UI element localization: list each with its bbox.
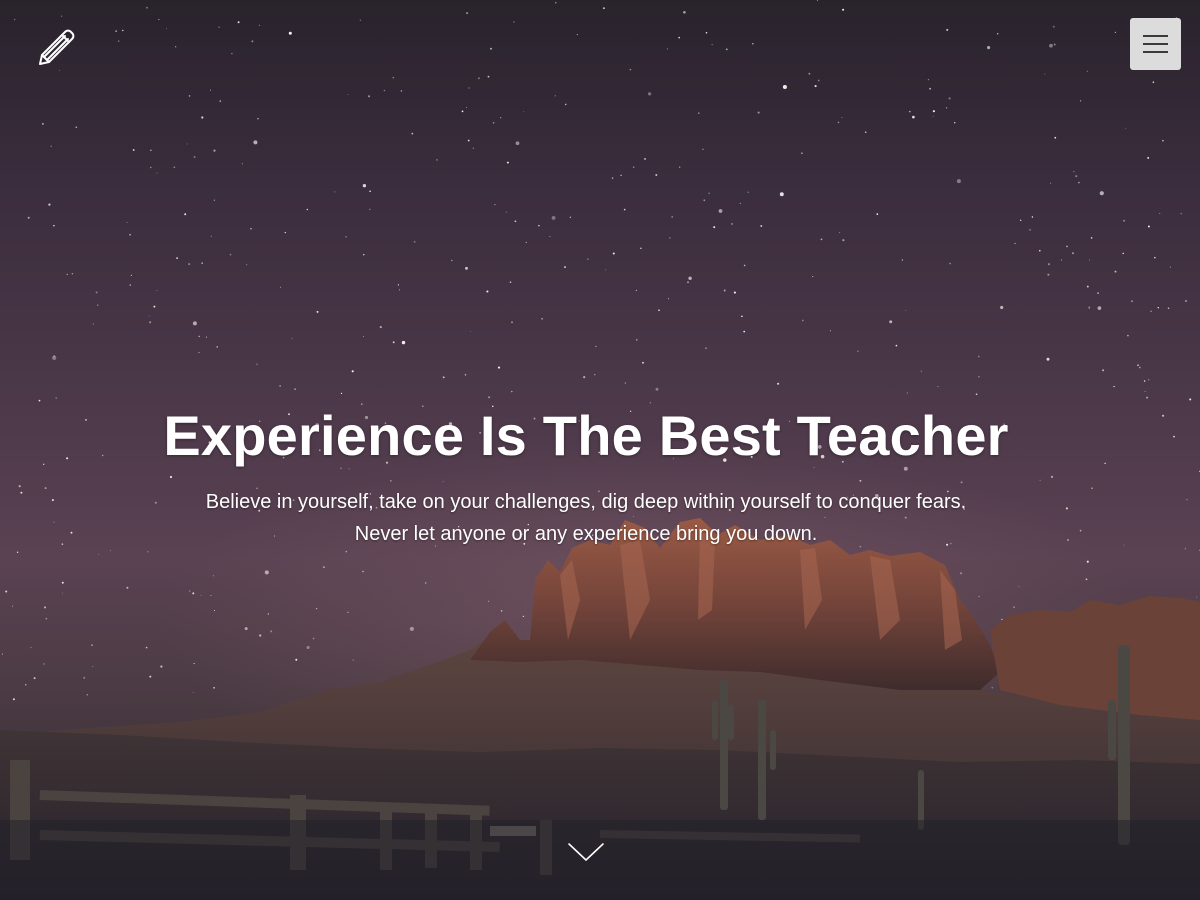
pencil-icon[interactable] (36, 26, 78, 68)
menu-button[interactable] (1130, 18, 1181, 70)
hero-content: Experience Is The Best Teacher Believe i… (0, 400, 1172, 550)
chevron-down-icon (568, 843, 604, 861)
top-bar (0, 0, 1200, 90)
hero-section: Experience Is The Best Teacher Believe i… (0, 0, 1200, 900)
scroll-down-button[interactable] (566, 838, 606, 866)
hero-title: Experience Is The Best Teacher (163, 404, 1009, 467)
hero-subtitle-line-2: Never let anyone or any experience bring… (354, 523, 818, 545)
hero-subtitle: Believe in yourself, take on your challe… (0, 486, 1172, 550)
hero-subtitle-line-1: Believe in yourself, take on your challe… (205, 491, 967, 513)
